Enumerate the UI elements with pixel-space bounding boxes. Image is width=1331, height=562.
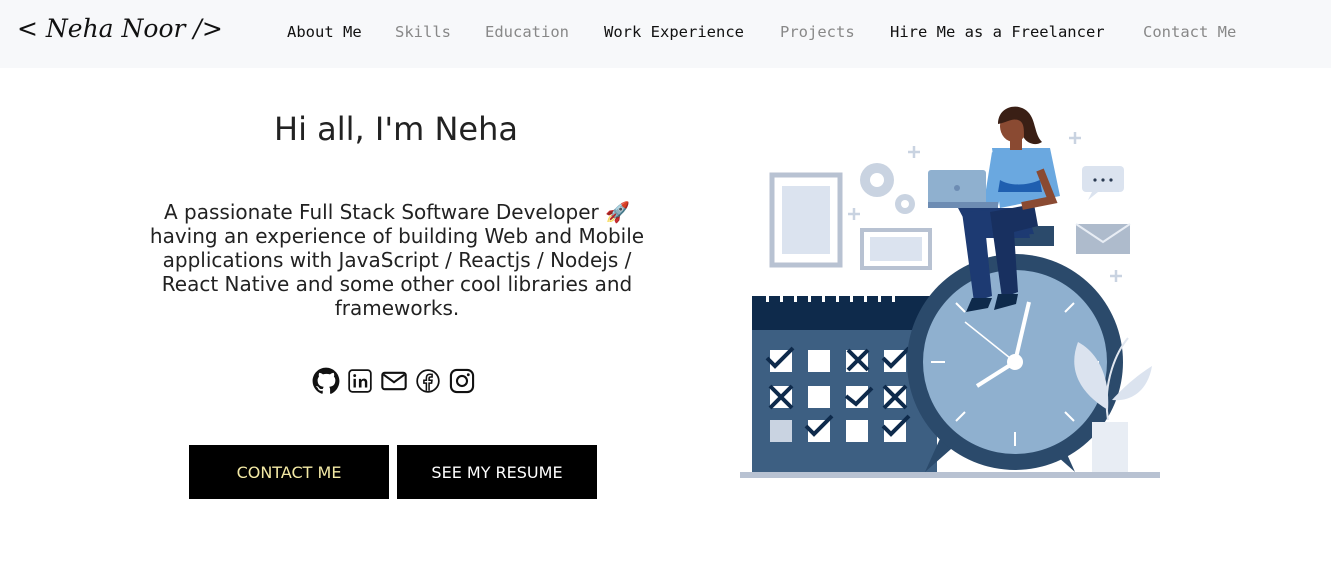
- gear-icon: [860, 163, 915, 214]
- nav-work-experience[interactable]: Work Experience: [604, 23, 744, 41]
- see-my-resume-button[interactable]: SEE MY RESUME: [397, 445, 597, 499]
- nav-hire-me[interactable]: Hire Me as a Freelancer: [890, 23, 1105, 41]
- nav-about-me[interactable]: About Me: [287, 23, 362, 41]
- social-links: [312, 367, 476, 395]
- contact-me-button[interactable]: CONTACT ME: [189, 445, 389, 499]
- site-logo[interactable]: < Neha Noor />: [17, 14, 223, 43]
- developer-illustration: [740, 106, 1160, 478]
- hero-bio: A passionate Full Stack Software Develop…: [149, 200, 645, 320]
- hero-title: Hi all, I'm Neha: [274, 110, 518, 148]
- instagram-icon[interactable]: [448, 367, 476, 395]
- chat-bubble-icon: [1082, 166, 1124, 200]
- github-icon[interactable]: [312, 367, 340, 395]
- envelope-icon: [1075, 223, 1131, 254]
- top-navbar: < Neha Noor /> About Me Skills Education…: [0, 0, 1331, 68]
- floor-line: [740, 472, 1160, 478]
- nav-projects[interactable]: Projects: [780, 23, 855, 41]
- mail-icon[interactable]: [380, 367, 408, 395]
- nav-skills[interactable]: Skills: [395, 23, 451, 41]
- nav-education[interactable]: Education: [485, 23, 569, 41]
- linkedin-icon[interactable]: [346, 367, 374, 395]
- facebook-icon[interactable]: [414, 367, 442, 395]
- nav-contact-me[interactable]: Contact Me: [1143, 23, 1236, 41]
- picture-frame-icon: [769, 172, 932, 270]
